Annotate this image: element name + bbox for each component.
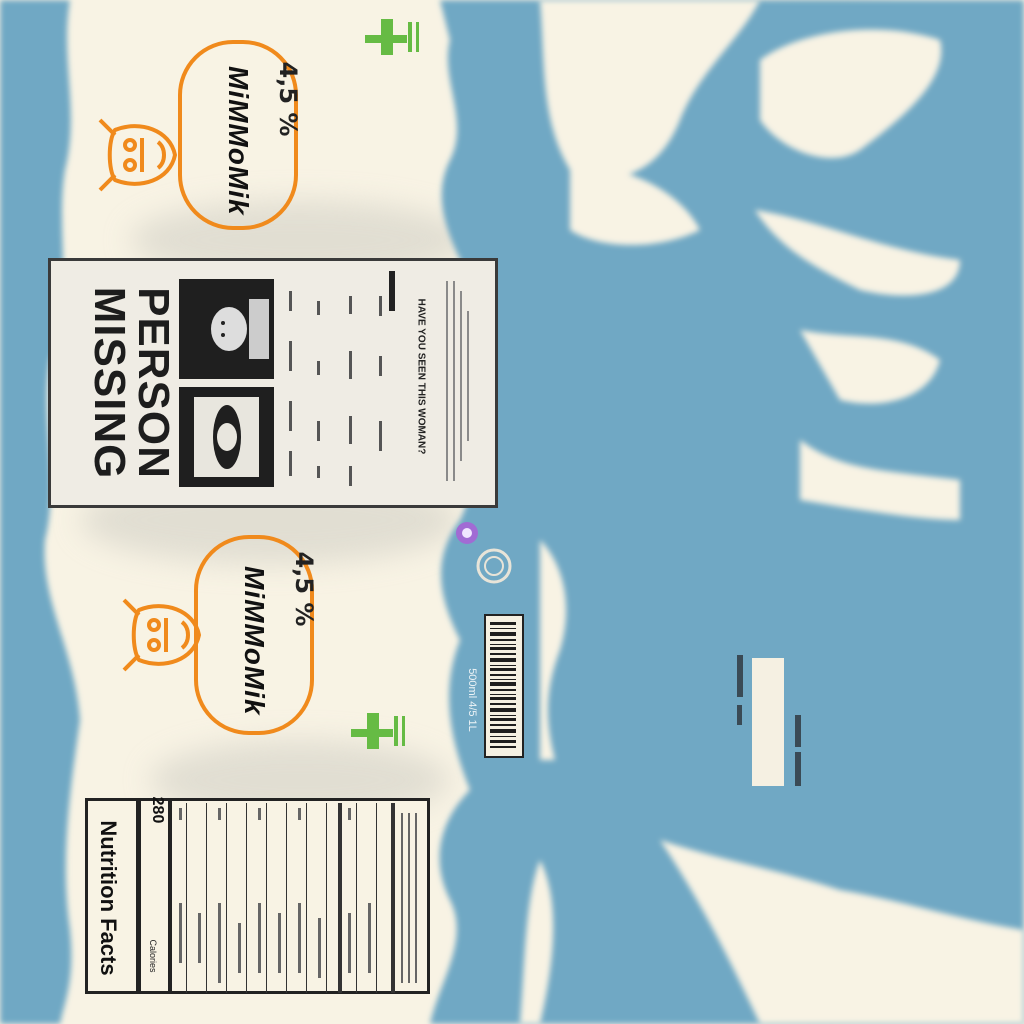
label-strip [752, 658, 784, 786]
nutrition-divider [168, 801, 172, 991]
poster-caption: HAVE YOU SEEN THIS WOMAN? [415, 298, 427, 455]
portrait-photo [179, 387, 274, 487]
cow-head-icon [98, 118, 177, 192]
milk-carton-texture: MiMMoMik 4,5 % MiMMoMik 4,5 % MISSING PE… [0, 0, 1024, 1024]
barcode [484, 614, 524, 758]
nutrition-facts-panel: Nutrition Facts Calories 280 [85, 797, 430, 994]
calories-label: Calories [148, 939, 158, 973]
purple-dot-icon [456, 522, 478, 544]
nutrition-divider [136, 801, 141, 991]
fat-percent: 4,5 % [290, 551, 318, 627]
poster-title-line1: MISSING [85, 286, 134, 480]
missing-person-poster: MISSING PERSON HAVE YOU SEEN THIS WOMAN? [48, 258, 498, 508]
brand-logo-top: MiMMoMik 4,5 % [80, 30, 302, 240]
poster-rule [389, 271, 395, 311]
calories-value: 280 [149, 796, 166, 824]
volume-text: 500ml 4/5 1L [466, 668, 478, 732]
recycle-mark-icon [476, 548, 512, 584]
fat-percent: 4,5 % [274, 61, 302, 137]
poster-fine-print [446, 281, 469, 481]
poster-title-line2: PERSON [129, 287, 178, 479]
brand-name: MiMMoMik [239, 566, 270, 716]
green-arrow-icon [365, 19, 419, 55]
brand-name: MiMMoMik [223, 66, 254, 216]
brand-logo-bottom: MiMMoMik 4,5 % [104, 535, 318, 745]
poster-details [289, 291, 382, 486]
nutrition-title: Nutrition Facts [96, 820, 121, 976]
nutrition-rows [179, 803, 417, 993]
portrait-photo [179, 279, 274, 379]
green-arrow-icon [351, 713, 405, 749]
